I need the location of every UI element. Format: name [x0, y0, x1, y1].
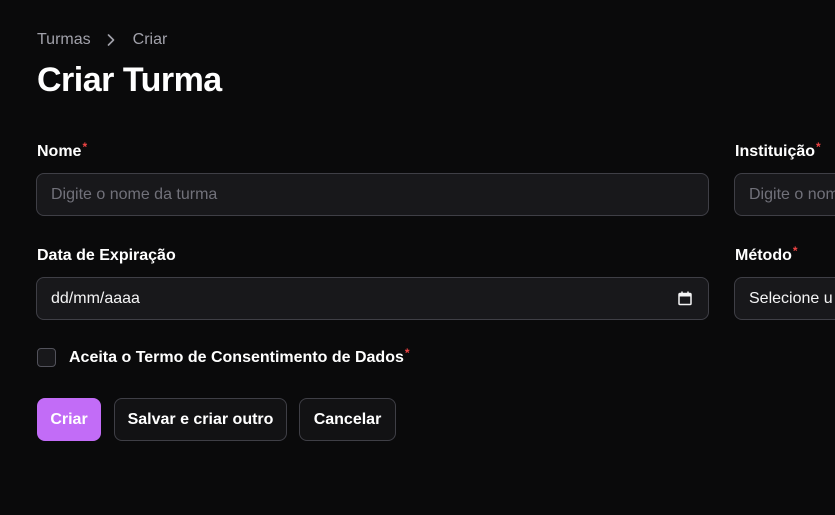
instituicao-input[interactable]: Digite o nom	[734, 173, 835, 216]
calendar-icon[interactable]	[678, 291, 692, 311]
nome-placeholder: Digite o nome da turma	[51, 185, 218, 203]
metodo-label-text: Método	[735, 247, 792, 264]
instituicao-placeholder: Digite o nom	[749, 185, 835, 203]
metodo-label: Método*	[735, 244, 798, 265]
consentimento-checkbox[interactable]	[37, 348, 56, 367]
save-and-create-another-button[interactable]: Salvar e criar outro	[114, 398, 287, 441]
consentimento-label-text: Aceita o Termo de Consentimento de Dados	[69, 348, 404, 366]
required-marker: *	[792, 244, 798, 258]
metodo-select[interactable]: Selecione u	[734, 277, 835, 320]
instituicao-label: Instituição*	[735, 140, 821, 161]
breadcrumb-item-criar: Criar	[132, 31, 168, 48]
data-expiracao-label: Data de Expiração	[37, 247, 176, 265]
instituicao-label-text: Instituição	[735, 143, 816, 160]
page-title: Criar Turma	[37, 61, 222, 99]
consentimento-row: Aceita o Termo de Consentimento de Dados…	[37, 345, 410, 367]
required-marker: *	[404, 345, 410, 360]
create-button[interactable]: Criar	[37, 398, 101, 441]
cancel-button[interactable]: Cancelar	[299, 398, 396, 441]
data-expiracao-value: dd/mm/aaaa	[51, 289, 140, 307]
nome-label-text: Nome	[37, 143, 82, 160]
page: Turmas Criar Criar Turma Nome* Digite o …	[0, 0, 835, 515]
required-marker: *	[82, 140, 88, 154]
chevron-right-icon	[107, 33, 117, 47]
data-expiracao-input[interactable]: dd/mm/aaaa	[36, 277, 709, 320]
data-expiracao-label-text: Data de Expiração	[37, 247, 176, 264]
nome-input[interactable]: Digite o nome da turma	[36, 173, 709, 216]
required-marker: *	[816, 140, 821, 154]
breadcrumb-item-turmas[interactable]: Turmas	[37, 31, 91, 49]
breadcrumb: Turmas Criar	[37, 31, 167, 49]
metodo-selected-value: Selecione u	[749, 289, 833, 307]
consentimento-label[interactable]: Aceita o Termo de Consentimento de Dados…	[69, 345, 410, 367]
nome-label: Nome*	[37, 140, 88, 161]
